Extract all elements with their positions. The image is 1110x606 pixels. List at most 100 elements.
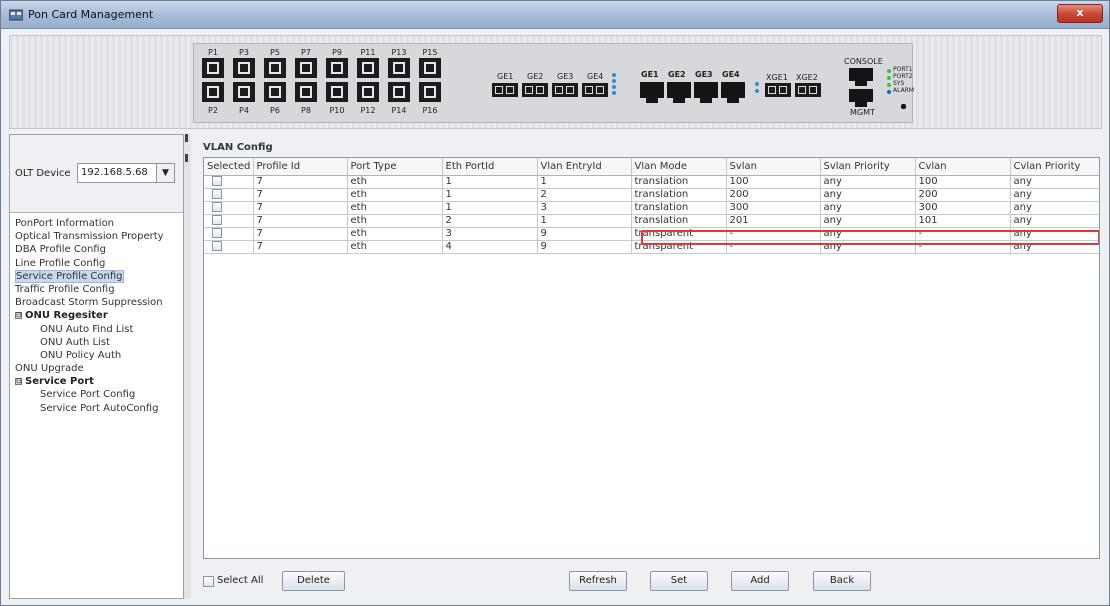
tree-item[interactable]: ONU Upgrade [10, 362, 183, 375]
pon-port-label: P8 [301, 106, 311, 115]
row-checkbox[interactable] [212, 214, 222, 225]
mgmt-label: MGMT [850, 108, 875, 117]
selected-cell[interactable] [204, 188, 254, 202]
column-header[interactable]: Svlan [726, 158, 821, 176]
table-cell: eth [347, 188, 443, 202]
pon-port[interactable] [202, 58, 224, 78]
column-header[interactable]: Vlan EntryId [537, 158, 632, 176]
xge-port[interactable] [795, 83, 821, 97]
row-checkbox[interactable] [212, 227, 222, 238]
add-button[interactable]: Add [731, 571, 789, 591]
ge-rj45-port[interactable] [694, 82, 718, 103]
ge-rj45-port[interactable] [640, 82, 664, 103]
table-row[interactable]: 7 eth 1 3 translation 300 any 300 any [204, 201, 1099, 215]
collapse-left-icon[interactable] [185, 134, 188, 142]
expand-right-icon[interactable] [185, 154, 188, 162]
table-row[interactable]: 7 eth 2 1 translation 201 any 101 any [204, 214, 1099, 228]
column-header[interactable]: Cvlan [915, 158, 1011, 176]
table-cell: 1 [442, 201, 538, 215]
table-cell: 1 [537, 175, 632, 189]
pon-port-label: P1 [208, 48, 218, 57]
back-button[interactable]: Back [813, 571, 871, 591]
pon-port[interactable] [233, 82, 255, 102]
column-header[interactable]: Port Type [347, 158, 443, 176]
ge-sfp-port[interactable] [522, 83, 548, 97]
selected-cell[interactable] [204, 175, 254, 189]
pon-port[interactable] [326, 58, 348, 78]
tree-item[interactable]: Service Port Config [10, 388, 183, 401]
console-port[interactable] [849, 68, 873, 86]
pon-port[interactable] [388, 82, 410, 102]
table-cell: any [820, 175, 916, 189]
pon-port[interactable] [264, 58, 286, 78]
selected-cell[interactable] [204, 214, 254, 228]
row-checkbox[interactable] [212, 188, 222, 199]
row-checkbox[interactable] [212, 175, 222, 186]
refresh-button[interactable]: Refresh [569, 571, 627, 591]
table-row[interactable]: 7 eth 4 9 transparent - any - any [204, 240, 1099, 254]
ge-sfp-label: GE3 [557, 72, 574, 81]
pon-port[interactable] [233, 58, 255, 78]
tree-item[interactable]: ONU Auth List [10, 336, 183, 349]
led-label: PORT1 [893, 66, 913, 73]
dropdown-arrow-icon[interactable]: ▼ [156, 164, 174, 182]
panel-splitter[interactable] [184, 134, 191, 599]
table-cell: any [1010, 201, 1099, 215]
pon-port[interactable] [295, 82, 317, 102]
row-checkbox[interactable] [212, 201, 222, 212]
ge-sfp-port[interactable] [492, 83, 518, 97]
pon-port[interactable] [388, 58, 410, 78]
selected-cell[interactable] [204, 227, 254, 241]
column-header[interactable]: Cvlan Priority [1010, 158, 1099, 176]
olt-device-select[interactable]: 192.168.5.68 ▼ [77, 163, 175, 183]
tree-item[interactable]: Optical Transmission Property [10, 230, 183, 243]
ge-sfp-port[interactable] [552, 83, 578, 97]
tree-item-label: Broadcast Storm Suppression [15, 297, 163, 309]
tree-item[interactable]: ⊟ ONU Regesiter [10, 309, 183, 322]
collapse-icon[interactable]: ⊟ [15, 312, 22, 320]
tree-item[interactable]: ONU Auto Find List [10, 323, 183, 336]
selected-cell[interactable] [204, 201, 254, 215]
row-checkbox[interactable] [212, 240, 222, 251]
tree-item[interactable]: ONU Policy Auth [10, 349, 183, 362]
empty-row [204, 305, 1099, 318]
table-row[interactable]: 7 eth 3 9 transparent - any - any [204, 227, 1099, 241]
ge-rj45-port[interactable] [721, 82, 745, 103]
pon-port[interactable] [264, 82, 286, 102]
column-header[interactable]: Vlan Mode [631, 158, 727, 176]
tree-item[interactable]: Line Profile Config [10, 257, 183, 270]
mgmt-port[interactable] [849, 89, 873, 107]
tree-item[interactable]: PonPort Information [10, 217, 183, 230]
xge-port[interactable] [765, 83, 791, 97]
tree-item[interactable]: Broadcast Storm Suppression [10, 296, 183, 309]
pon-port[interactable] [357, 82, 379, 102]
pon-port[interactable] [419, 82, 441, 102]
column-header[interactable]: Eth PortId [442, 158, 538, 176]
collapse-icon[interactable]: ⊟ [15, 378, 22, 386]
pon-port[interactable] [357, 58, 379, 78]
table-row[interactable]: 7 eth 1 1 translation 100 any 100 any [204, 175, 1099, 189]
tree-item[interactable]: Traffic Profile Config [10, 283, 183, 296]
column-header[interactable]: Profile Id [253, 158, 348, 176]
column-header[interactable]: Svlan Priority [820, 158, 916, 176]
delete-button[interactable]: Delete [282, 571, 345, 591]
tree-item[interactable]: Service Port AutoConfig [10, 402, 183, 415]
set-button[interactable]: Set [650, 571, 708, 591]
tree-item[interactable]: ⊟ Service Port [10, 375, 183, 388]
empty-row [204, 279, 1099, 292]
pon-port[interactable] [419, 58, 441, 78]
column-header[interactable]: Selected [204, 158, 254, 176]
table-row[interactable]: 7 eth 1 2 translation 200 any 200 any [204, 188, 1099, 202]
tree-item[interactable]: DBA Profile Config [10, 243, 183, 256]
reset-button[interactable] [901, 104, 906, 109]
pon-port[interactable] [295, 58, 317, 78]
tree-item[interactable]: Service Profile Config [10, 269, 183, 283]
ge-sfp-port[interactable] [582, 83, 608, 97]
selected-cell[interactable] [204, 240, 254, 254]
pon-port[interactable] [326, 82, 348, 102]
close-button[interactable]: x [1057, 4, 1103, 23]
pon-port-label: P9 [332, 48, 342, 57]
select-all-checkbox[interactable] [203, 576, 214, 587]
ge-rj45-port[interactable] [667, 82, 691, 103]
pon-port[interactable] [202, 82, 224, 102]
